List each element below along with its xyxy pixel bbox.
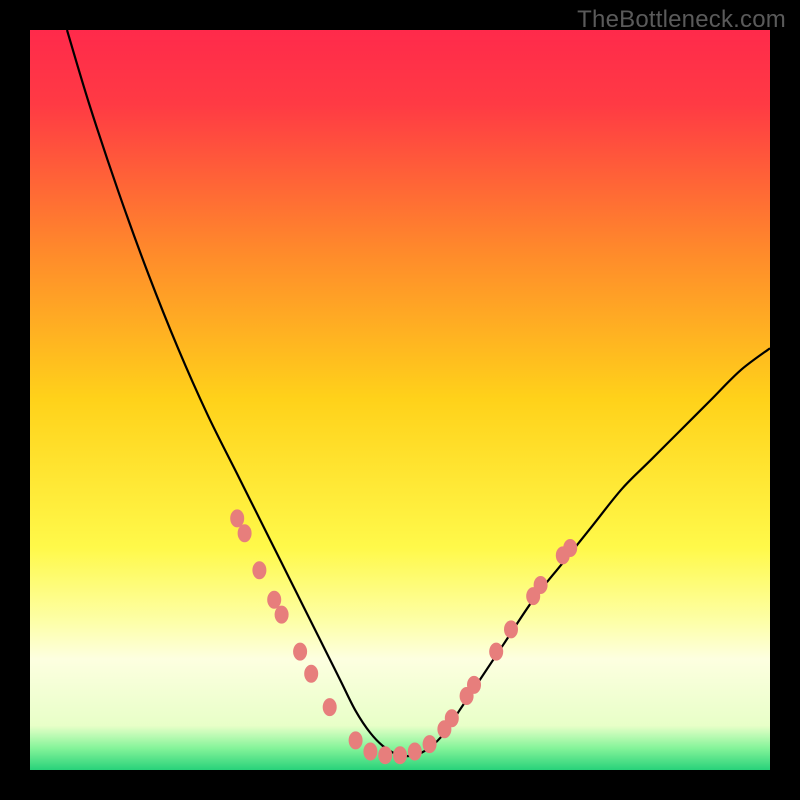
bead-marker [363, 743, 377, 761]
bead-marker [230, 509, 244, 527]
bead-marker [349, 731, 363, 749]
bead-marker [323, 698, 337, 716]
bead-marker [563, 539, 577, 557]
bead-marker [252, 561, 266, 579]
chart-plot [30, 30, 770, 770]
bead-marker [467, 676, 481, 694]
bead-marker [293, 643, 307, 661]
chart-frame: TheBottleneck.com [0, 0, 800, 800]
bead-marker [304, 665, 318, 683]
bead-marker [489, 643, 503, 661]
chart-background [30, 30, 770, 770]
bead-marker [378, 746, 392, 764]
bead-marker [534, 576, 548, 594]
bead-marker [408, 743, 422, 761]
bead-marker [267, 591, 281, 609]
bead-marker [423, 735, 437, 753]
bead-marker [504, 620, 518, 638]
bead-marker [238, 524, 252, 542]
bead-marker [445, 709, 459, 727]
bead-marker [393, 746, 407, 764]
bead-marker [275, 606, 289, 624]
